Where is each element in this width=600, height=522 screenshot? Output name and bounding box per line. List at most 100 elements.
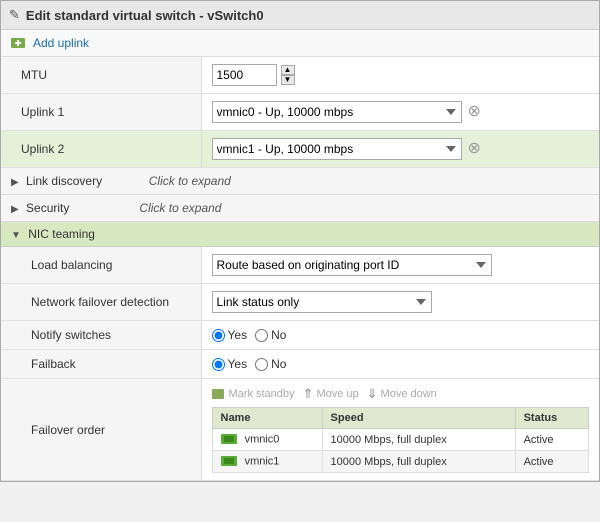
notify-yes-text: Yes [228, 328, 248, 342]
failback-row: Failback Yes No [1, 350, 599, 379]
failback-value-cell: Yes No [201, 350, 599, 379]
network-failover-row: Network failover detection Link status o… [1, 284, 599, 321]
link-discovery-arrow: ▶ [11, 177, 19, 188]
mtu-label: MTU [1, 57, 201, 94]
failover-table-body: vmnic0 10000 Mbps, full duplex Active [212, 429, 589, 473]
nic-teaming-header-cell[interactable]: ▼ NIC teaming [1, 222, 599, 247]
failover-table: Name Speed Status [212, 407, 590, 473]
form-table: MTU ▲ ▼ Uplink 1 [1, 57, 599, 481]
failback-no-radio[interactable] [255, 358, 268, 371]
nic-teaming-arrow: ▼ [11, 230, 21, 241]
failover-order-row: Failover order Mark standby ⇑ Move up [1, 379, 599, 481]
window-title: Edit standard virtual switch - vSwitch0 [26, 8, 264, 23]
notify-yes-label[interactable]: Yes [212, 328, 248, 342]
load-balancing-label: Load balancing [1, 247, 201, 284]
move-up-button[interactable]: ⇑ Move up [303, 386, 359, 402]
row1-name: vmnic1 [212, 451, 322, 473]
security-row[interactable]: ▶ Security Click to expand [1, 195, 599, 222]
edit-vswitch-window: ✎ Edit standard virtual switch - vSwitch… [0, 0, 600, 482]
move-up-label: Move up [316, 388, 358, 400]
uplink2-row: Uplink 2 vmnic1 - Up, 10000 mbps vmnic0 … [1, 131, 599, 168]
link-discovery-row[interactable]: ▶ Link discovery Click to expand [1, 168, 599, 195]
nic-icon-1 [221, 455, 239, 468]
uplink2-select[interactable]: vmnic1 - Up, 10000 mbps vmnic0 - Up, 100… [212, 138, 462, 160]
mtu-spinner: ▲ ▼ [212, 64, 590, 86]
uplink1-select[interactable]: vmnic0 - Up, 10000 mbps vmnic1 - Up, 100… [212, 101, 462, 123]
failover-order-label: Failover order [1, 379, 201, 481]
uplink1-remove-icon[interactable]: ⊗ [468, 104, 481, 120]
row0-status: Active [515, 429, 588, 451]
move-up-icon: ⇑ [303, 386, 314, 402]
uplink2-select-wrapper: vmnic1 - Up, 10000 mbps vmnic0 - Up, 100… [212, 138, 590, 160]
failback-yes-text: Yes [228, 357, 248, 371]
mtu-increment-button[interactable]: ▲ [281, 65, 295, 75]
table-row[interactable]: vmnic1 10000 Mbps, full duplex Active [212, 451, 589, 473]
table-row[interactable]: vmnic0 10000 Mbps, full duplex Active [212, 429, 589, 451]
notify-no-radio[interactable] [255, 329, 268, 342]
link-discovery-expand: Click to expand [149, 174, 231, 188]
mark-standby-icon [212, 388, 226, 400]
mtu-row: MTU ▲ ▼ [1, 57, 599, 94]
move-down-button[interactable]: ⇓ Move down [367, 386, 437, 402]
move-down-label: Move down [381, 388, 437, 400]
notify-switches-value-cell: Yes No [201, 321, 599, 350]
security-arrow: ▶ [11, 204, 19, 215]
network-failover-value-cell: Link status only Beacon probing [201, 284, 599, 321]
row1-status: Active [515, 451, 588, 473]
title-bar: ✎ Edit standard virtual switch - vSwitch… [1, 1, 599, 30]
nic-icon-0 [221, 433, 239, 446]
link-discovery-label: Link discovery [26, 174, 102, 188]
security-expand: Click to expand [139, 201, 221, 215]
add-uplink-row[interactable]: Add uplink [1, 30, 599, 57]
edit-icon: ✎ [9, 7, 20, 23]
failback-yes-radio[interactable] [212, 358, 225, 371]
failback-no-text: No [271, 357, 286, 371]
uplink1-row: Uplink 1 vmnic0 - Up, 10000 mbps vmnic1 … [1, 94, 599, 131]
uplink1-label: Uplink 1 [1, 94, 201, 131]
notify-switches-row: Notify switches Yes No [1, 321, 599, 350]
mtu-input[interactable] [212, 64, 277, 86]
add-uplink-label[interactable]: Add uplink [33, 36, 89, 50]
notify-switches-radio-group: Yes No [212, 328, 590, 342]
load-balancing-row: Load balancing Route based on originatin… [1, 247, 599, 284]
mtu-value-cell: ▲ ▼ [201, 57, 599, 94]
notify-no-text: No [271, 328, 286, 342]
row0-name: vmnic0 [212, 429, 322, 451]
form-content: Add uplink MTU ▲ ▼ Uplink 1 [1, 30, 599, 481]
failback-yes-label[interactable]: Yes [212, 357, 248, 371]
col-name: Name [212, 408, 322, 429]
move-down-icon: ⇓ [367, 386, 378, 402]
uplink1-select-wrapper: vmnic0 - Up, 10000 mbps vmnic1 - Up, 100… [212, 101, 590, 123]
add-uplink-icon [11, 36, 27, 50]
uplink2-remove-icon[interactable]: ⊗ [468, 141, 481, 157]
failback-radio-group: Yes No [212, 357, 590, 371]
failback-no-label[interactable]: No [255, 357, 286, 371]
mark-standby-label: Mark standby [229, 388, 295, 400]
nic-teaming-header-row[interactable]: ▼ NIC teaming [1, 222, 599, 247]
network-failover-label: Network failover detection [1, 284, 201, 321]
failover-table-header: Name Speed Status [212, 408, 589, 429]
security-cell[interactable]: ▶ Security Click to expand [1, 195, 599, 222]
link-discovery-cell[interactable]: ▶ Link discovery Click to expand [1, 168, 599, 195]
load-balancing-value-cell: Route based on originating port ID Route… [201, 247, 599, 284]
uplink2-label: Uplink 2 [1, 131, 201, 168]
row0-speed: 10000 Mbps, full duplex [322, 429, 515, 451]
nic-teaming-label: NIC teaming [28, 227, 95, 241]
network-failover-select[interactable]: Link status only Beacon probing [212, 291, 432, 313]
row1-speed: 10000 Mbps, full duplex [322, 451, 515, 473]
failover-header-row: Name Speed Status [212, 408, 589, 429]
load-balancing-select[interactable]: Route based on originating port ID Route… [212, 254, 492, 276]
failback-label: Failback [1, 350, 201, 379]
uplink2-value-cell: vmnic1 - Up, 10000 mbps vmnic0 - Up, 100… [201, 131, 599, 168]
failover-order-value-cell: Mark standby ⇑ Move up ⇓ Move down [201, 379, 599, 481]
notify-yes-radio[interactable] [212, 329, 225, 342]
failover-toolbar: Mark standby ⇑ Move up ⇓ Move down [212, 386, 590, 402]
mtu-spinner-buttons: ▲ ▼ [281, 65, 295, 85]
notify-switches-label: Notify switches [1, 321, 201, 350]
notify-no-label[interactable]: No [255, 328, 286, 342]
mtu-decrement-button[interactable]: ▼ [281, 75, 295, 85]
mark-standby-button[interactable]: Mark standby [212, 388, 295, 400]
col-speed: Speed [322, 408, 515, 429]
col-status: Status [515, 408, 588, 429]
security-label: Security [26, 201, 69, 215]
